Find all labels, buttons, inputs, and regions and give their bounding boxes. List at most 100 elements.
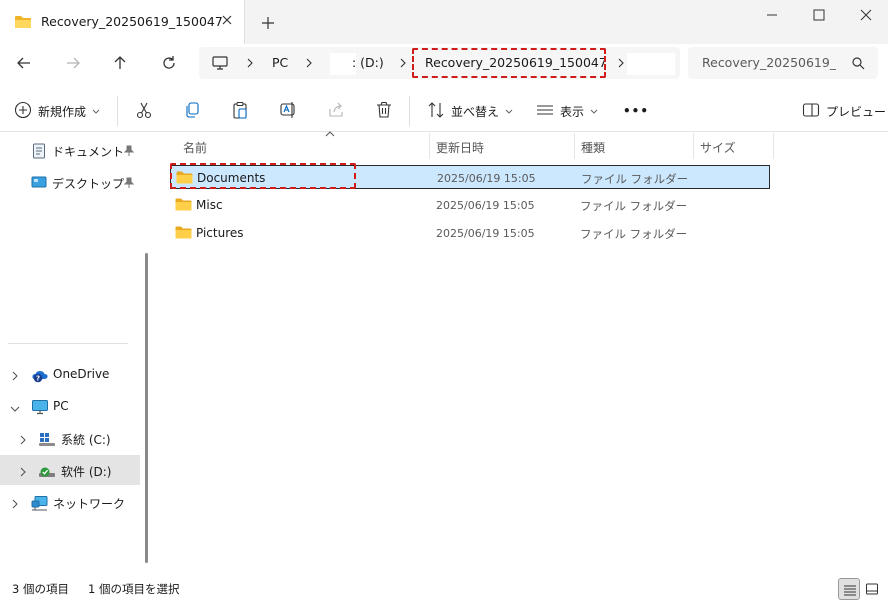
new-button-label: 新規作成 xyxy=(38,104,87,119)
sidebar-divider xyxy=(8,343,128,344)
sidebar-item-label: デスクトップ xyxy=(52,177,125,191)
sort-button-label: 並べ替え xyxy=(451,104,500,119)
view-button-label: 表示 xyxy=(560,104,585,119)
rename-icon xyxy=(279,101,297,122)
chevron-right-icon[interactable] xyxy=(398,57,408,69)
chevron-right-icon[interactable] xyxy=(304,57,314,69)
toolbar-divider xyxy=(409,96,410,126)
view-button[interactable]: 表示 xyxy=(536,100,598,122)
table-row[interactable]: Misc 2025/06/19 15:05 ファイル フォルダー xyxy=(170,193,770,217)
file-name: Misc xyxy=(196,198,223,212)
share-icon xyxy=(327,101,345,122)
breadcrumb-mask xyxy=(627,53,675,75)
drive-icon xyxy=(38,463,56,482)
document-icon xyxy=(32,143,46,162)
arrow-up-icon[interactable] xyxy=(108,52,132,74)
plus-circle-icon xyxy=(14,101,32,122)
arrow-right-icon[interactable] xyxy=(61,52,85,74)
pin-icon[interactable] xyxy=(123,177,135,192)
file-modified: 2025/06/19 15:05 xyxy=(436,199,535,212)
address-row: PC : (D:) Recovery_20250619_150047 Recov… xyxy=(0,44,888,82)
pin-icon[interactable] xyxy=(123,145,135,160)
file-list: 名前 更新日時 種類 サイズ Documents 2025/06/19 15:0… xyxy=(153,131,888,572)
column-header-name[interactable]: 名前 xyxy=(177,131,429,159)
sort-button[interactable]: 並べ替え xyxy=(427,100,513,122)
new-button[interactable]: 新規作成 xyxy=(14,100,100,122)
breadcrumb-pc[interactable]: PC xyxy=(272,55,288,70)
file-type: ファイル フォルダー xyxy=(580,199,688,213)
cut-button[interactable] xyxy=(135,100,153,122)
onedrive-icon: ? xyxy=(31,367,49,386)
more-icon: ••• xyxy=(623,104,650,118)
view-list-icon xyxy=(536,101,554,122)
folder-icon xyxy=(175,226,192,242)
sidebar-item-label: OneDrive xyxy=(53,367,110,381)
chevron-right-icon[interactable] xyxy=(19,466,27,480)
desktop-icon xyxy=(31,175,47,192)
tab-recovery-folder[interactable]: Recovery_20250619_150047 xyxy=(0,0,245,44)
tab-title: Recovery_20250619_150047 xyxy=(41,14,223,29)
chevron-down-icon xyxy=(92,104,100,118)
paste-icon xyxy=(231,101,249,122)
breadcrumb[interactable]: PC : (D:) Recovery_20250619_150047 xyxy=(199,47,680,79)
search-box[interactable]: Recovery_20250619_1 xyxy=(688,47,878,79)
preview-pane-button[interactable]: プレビュー xyxy=(802,100,886,122)
minimize-icon[interactable] xyxy=(750,0,794,30)
toolbar-divider xyxy=(117,96,118,126)
chevron-right-icon[interactable] xyxy=(245,57,255,69)
column-divider[interactable] xyxy=(773,133,774,159)
sidebar-item-pc[interactable]: PC xyxy=(0,391,140,421)
sidebar-item-drive-d[interactable]: 软件 (D:) xyxy=(0,455,140,485)
file-type: ファイル フォルダー xyxy=(580,227,688,241)
copy-icon xyxy=(183,101,201,122)
maximize-icon[interactable] xyxy=(797,0,841,30)
column-header-type[interactable]: 種類 xyxy=(575,133,693,159)
close-icon[interactable] xyxy=(218,11,236,29)
share-button[interactable] xyxy=(327,100,345,122)
search-icon[interactable] xyxy=(851,56,865,73)
sidebar-item-label: ドキュメント xyxy=(52,145,125,159)
delete-button[interactable] xyxy=(375,100,393,122)
navigation-pane: ドキュメント デスクトップ ? OneDrive PC 系統 (C:) 软件 (… xyxy=(0,133,150,572)
table-row[interactable]: Pictures 2025/06/19 15:05 ファイル フォルダー xyxy=(170,221,770,245)
rename-button[interactable] xyxy=(279,100,297,122)
plus-icon[interactable] xyxy=(258,13,278,33)
search-input[interactable]: Recovery_20250619_1 xyxy=(702,55,836,70)
sidebar-scrollbar[interactable] xyxy=(145,253,148,563)
title-bar: Recovery_20250619_150047 xyxy=(0,0,888,44)
network-icon xyxy=(31,495,49,514)
sidebar-item-desktop[interactable]: デスクトップ xyxy=(0,167,140,197)
breadcrumb-drive-d[interactable]: : (D:) xyxy=(352,55,384,70)
column-header-size[interactable]: サイズ xyxy=(694,133,774,159)
details-view-icon[interactable] xyxy=(838,578,860,600)
more-options-button[interactable]: ••• xyxy=(623,100,649,122)
selected-count: 1 個の項目を選択 xyxy=(88,582,180,596)
chevron-down-icon xyxy=(505,104,513,118)
chevron-right-icon[interactable] xyxy=(616,57,626,69)
column-header-modified[interactable]: 更新日時 xyxy=(430,133,574,159)
chevron-right-icon[interactable] xyxy=(11,370,19,384)
item-count: 3 個の項目 xyxy=(12,582,69,596)
window-close-icon[interactable] xyxy=(844,0,888,30)
tiles-view-icon[interactable] xyxy=(861,578,883,600)
sort-icon xyxy=(427,101,445,122)
chevron-right-icon[interactable] xyxy=(11,498,19,512)
file-modified: 2025/06/19 15:05 xyxy=(436,227,535,240)
paste-button[interactable] xyxy=(231,100,249,122)
sidebar-item-network[interactable]: ネットワーク xyxy=(0,487,140,517)
copy-button[interactable] xyxy=(183,100,201,122)
file-modified: 2025/06/19 15:05 xyxy=(437,172,536,185)
file-name: Pictures xyxy=(196,226,244,240)
computer-icon[interactable] xyxy=(211,55,229,74)
arrow-left-icon[interactable] xyxy=(12,52,36,74)
sidebar-item-drive-c[interactable]: 系統 (C:) xyxy=(0,423,140,453)
chevron-down-icon[interactable] xyxy=(10,402,20,416)
chevron-right-icon[interactable] xyxy=(19,434,27,448)
refresh-icon[interactable] xyxy=(157,52,181,74)
file-type: ファイル フォルダー xyxy=(581,172,689,186)
sidebar-item-onedrive[interactable]: ? OneDrive xyxy=(0,359,140,389)
windows-drive-icon xyxy=(38,431,56,450)
preview-pane-label: プレビュー xyxy=(826,104,887,119)
highlight-box xyxy=(412,48,606,78)
sidebar-item-documents[interactable]: ドキュメント xyxy=(0,135,140,165)
